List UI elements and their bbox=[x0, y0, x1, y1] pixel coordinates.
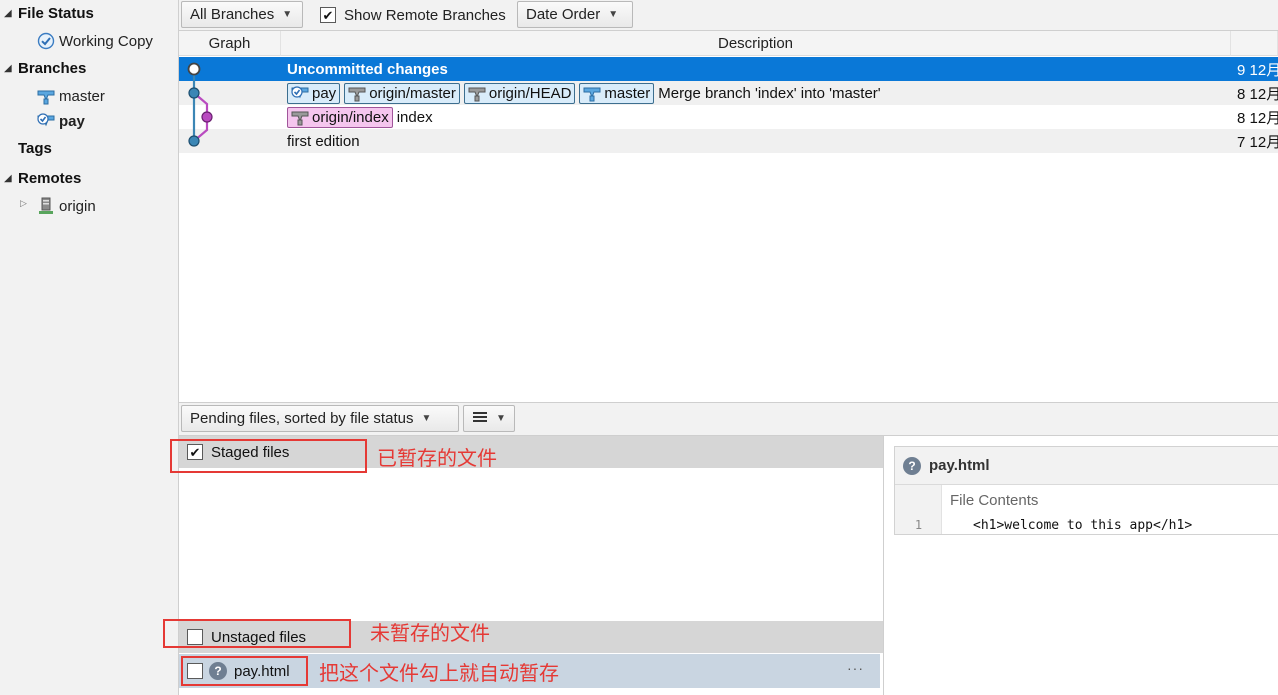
section-label: Remotes bbox=[18, 169, 82, 187]
sidebar-item-working-copy[interactable]: Working Copy bbox=[36, 30, 153, 52]
sidebar-item-label: pay bbox=[59, 112, 85, 130]
diff-line[interactable]: 1 <h1>welcome to this app</h1> bbox=[895, 515, 1278, 535]
sidebar-item-master[interactable]: master bbox=[36, 85, 105, 107]
pending-files-toolbar: Pending files, sorted by file status ▼ ▼ bbox=[179, 402, 1278, 436]
diff-file-header: ? pay.html bbox=[895, 447, 1278, 485]
annotation-box-unstaged bbox=[163, 619, 351, 648]
commit-row-uncommitted[interactable]: Uncommitted changes 9 12月 bbox=[179, 57, 1278, 81]
view-mode-dropdown[interactable]: ▼ bbox=[463, 405, 515, 432]
remote-server-icon bbox=[36, 197, 56, 215]
dropdown-value: All Branches bbox=[190, 6, 275, 23]
column-header-date[interactable] bbox=[1231, 31, 1278, 56]
working-copy-icon bbox=[36, 32, 56, 50]
expanded-triangle-icon[interactable]: ◢ bbox=[4, 8, 18, 19]
branch-icon bbox=[36, 87, 56, 105]
ref-label: origin/HEAD bbox=[488, 84, 572, 102]
diff-card: ? pay.html File Contents 1 <h1>welcome t… bbox=[894, 446, 1278, 535]
checkbox-checked[interactable]: ✔ bbox=[320, 7, 336, 23]
sidebar-item-label: Working Copy bbox=[59, 32, 153, 50]
header-label: Graph bbox=[208, 34, 251, 52]
annotation-text-unstaged: 未暂存的文件 bbox=[370, 621, 490, 645]
dropdown-value: Date Order bbox=[526, 6, 601, 23]
diff-section-title: File Contents bbox=[950, 491, 1039, 509]
remote-branch-icon bbox=[467, 85, 487, 102]
commit-message: Merge branch 'index' into 'master' bbox=[658, 84, 881, 102]
list-view-icon bbox=[472, 410, 488, 428]
sidebar-item-label: master bbox=[59, 87, 105, 105]
sort-mode-dropdown[interactable]: Pending files, sorted by file status ▼ bbox=[181, 405, 459, 432]
column-header-graph[interactable]: Graph bbox=[179, 31, 281, 56]
section-label: Tags bbox=[18, 139, 52, 157]
commit-description-cell: origin/index index bbox=[287, 105, 433, 129]
commit-description: Uncommitted changes bbox=[287, 60, 448, 78]
ref-label: origin/master bbox=[369, 84, 456, 102]
diff-file-name: pay.html bbox=[929, 457, 990, 474]
sidebar-section-remotes[interactable]: ◢ Remotes bbox=[4, 167, 81, 189]
commit-history-table: Graph Description Uncommitted changes 9 … bbox=[179, 31, 1278, 402]
remote-branch-icon bbox=[347, 85, 367, 102]
commit-date: 7 12月 bbox=[1237, 133, 1278, 151]
commit-row-merge[interactable]: pay origin/master origin/HEAD master Mer… bbox=[179, 81, 1278, 105]
annotation-box-file bbox=[181, 656, 308, 686]
expanded-triangle-icon[interactable]: ◢ bbox=[4, 63, 18, 74]
annotation-box-staged bbox=[170, 439, 367, 473]
ref-tag-pay[interactable]: pay bbox=[287, 82, 341, 104]
sidebar-section-branches[interactable]: ◢ Branches bbox=[4, 57, 86, 79]
sidebar-section-file-status[interactable]: ◢ File Status bbox=[4, 2, 94, 24]
line-number: 1 bbox=[914, 518, 923, 532]
sidebar-section-tags[interactable]: ◢ Tags bbox=[4, 137, 52, 159]
annotation-text-staged: 已暂存的文件 bbox=[377, 446, 497, 470]
commit-row-first-edition[interactable]: first edition 7 12月 bbox=[179, 129, 1278, 153]
order-dropdown[interactable]: Date Order ▼ bbox=[517, 1, 633, 28]
sidebar-item-pay[interactable]: pay bbox=[36, 110, 85, 132]
checkbox-label: Show Remote Branches bbox=[344, 6, 506, 24]
branch-icon bbox=[582, 85, 602, 102]
graph-node-uncommitted bbox=[187, 62, 201, 76]
remote-branch-icon bbox=[290, 109, 310, 126]
graph-node-merge bbox=[188, 87, 200, 99]
history-toolbar: All Branches ▼ ✔ Show Remote Branches Da… bbox=[179, 0, 1278, 31]
header-label: Description bbox=[717, 34, 794, 52]
commit-date: 8 12月 bbox=[1237, 85, 1278, 103]
sidebar-item-origin[interactable]: origin bbox=[36, 195, 96, 217]
chevron-down-icon: ▼ bbox=[282, 9, 293, 20]
ref-tag-origin-master[interactable]: origin/master bbox=[344, 82, 460, 104]
annotation-text-auto-stage: 把这个文件勾上就自动暂存 bbox=[319, 661, 559, 685]
column-header-description[interactable]: Description bbox=[281, 31, 1231, 56]
commit-message: index bbox=[396, 108, 433, 126]
ref-tag-master[interactable]: master bbox=[579, 82, 655, 104]
dropdown-value: Pending files, sorted by file status bbox=[190, 410, 414, 427]
branches-dropdown[interactable]: All Branches ▼ bbox=[181, 1, 303, 28]
chevron-down-icon: ▼ bbox=[496, 413, 506, 424]
ref-label: pay bbox=[312, 84, 337, 102]
show-remote-branches-toggle[interactable]: ✔ Show Remote Branches bbox=[320, 5, 506, 25]
commit-date: 9 12月 bbox=[1237, 61, 1278, 79]
untracked-question-icon: ? bbox=[903, 456, 921, 475]
commit-description: first edition bbox=[287, 132, 360, 150]
commit-row-index[interactable]: origin/index index 8 12月 bbox=[179, 105, 1278, 129]
ref-tag-origin-index[interactable]: origin/index bbox=[287, 106, 393, 128]
section-label: Branches bbox=[18, 59, 87, 77]
sidebar: ◢ File Status Working Copy ◢ Branches ma… bbox=[0, 0, 179, 695]
graph-node-first-edition bbox=[188, 135, 200, 147]
collapsed-triangle-icon[interactable]: ▷ bbox=[20, 198, 27, 209]
ref-label: origin/index bbox=[312, 108, 389, 126]
chevron-down-icon: ▼ bbox=[421, 413, 432, 424]
current-branch-icon bbox=[36, 112, 56, 130]
current-branch-icon bbox=[290, 85, 310, 102]
more-options-icon[interactable]: ··· bbox=[847, 660, 864, 676]
ref-tag-origin-head[interactable]: origin/HEAD bbox=[463, 82, 576, 104]
expanded-triangle-icon[interactable]: ◢ bbox=[4, 173, 18, 184]
ref-label: master bbox=[604, 84, 651, 102]
graph-node-index bbox=[201, 111, 213, 123]
chevron-down-icon: ▼ bbox=[608, 9, 619, 20]
line-code: <h1>welcome to this app</h1> bbox=[973, 517, 1193, 533]
sidebar-item-label: origin bbox=[59, 197, 96, 215]
commit-date: 8 12月 bbox=[1237, 109, 1278, 127]
commit-description-cell: pay origin/master origin/HEAD master Mer… bbox=[287, 81, 881, 105]
commit-graph bbox=[187, 62, 213, 147]
section-label: File Status bbox=[18, 4, 94, 22]
diff-pane: ? pay.html File Contents 1 <h1>welcome t… bbox=[884, 436, 1278, 695]
